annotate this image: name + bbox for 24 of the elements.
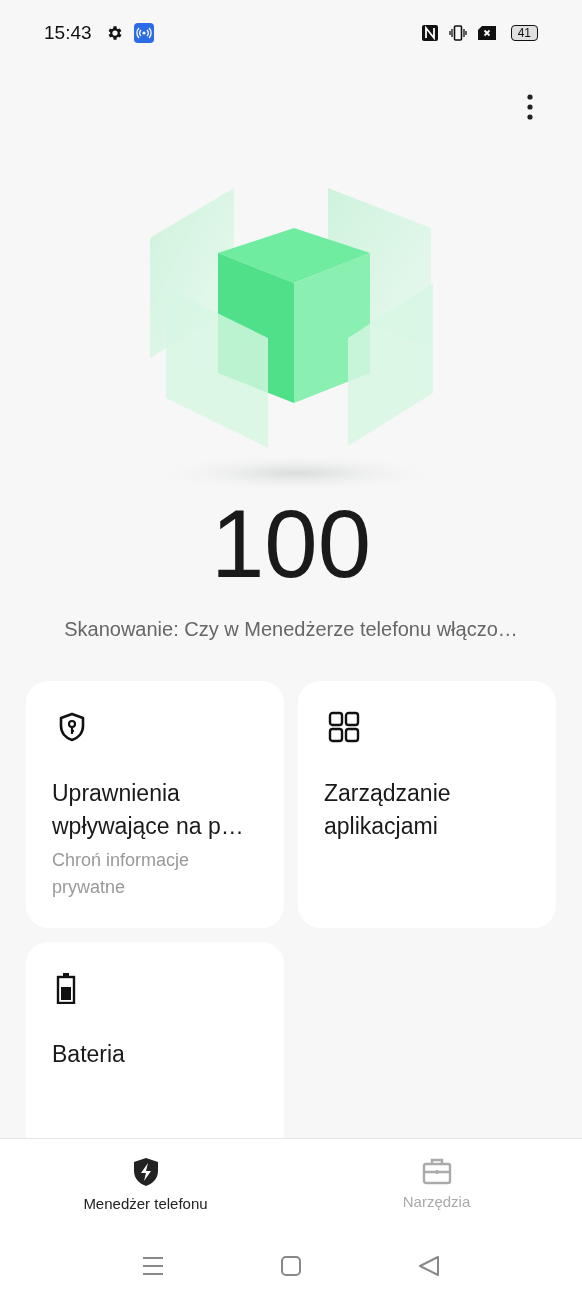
shield-bolt-icon bbox=[131, 1157, 160, 1187]
scan-status-text: Skanowanie: Czy w Menedżerze telefonu włączo… bbox=[63, 618, 519, 641]
toolbox-icon bbox=[421, 1157, 452, 1185]
hotspot-icon bbox=[133, 23, 154, 43]
apps-grid-icon bbox=[328, 711, 360, 743]
bottom-tab[interactable]: Menedżer telefonu bbox=[0, 1139, 291, 1239]
feature-card[interactable]: Bateria bbox=[26, 942, 284, 1138]
menu-icon[interactable] bbox=[142, 1255, 164, 1276]
card-subtitle: Chroń informacje prywatne bbox=[52, 849, 191, 899]
card-title: Zarządzanie aplikacjami bbox=[324, 779, 452, 841]
score-number: 100 bbox=[209, 494, 373, 594]
vibrate-icon bbox=[448, 24, 467, 42]
nfc-icon bbox=[420, 24, 439, 42]
clock-time: 15:43 bbox=[44, 22, 92, 44]
home-icon[interactable] bbox=[280, 1254, 302, 1277]
more-options-icon[interactable] bbox=[527, 94, 533, 120]
feature-card[interactable]: Uprawnienia wpływające na p… Chroń informacje prywatne bbox=[26, 681, 284, 928]
card-title: Uprawnienia wpływające na p… bbox=[52, 779, 245, 841]
battery-indicator: 41 bbox=[510, 25, 538, 41]
card-title: Bateria bbox=[52, 1040, 125, 1069]
back-icon[interactable] bbox=[418, 1254, 440, 1277]
feature-card[interactable]: Zarządzanie aplikacjami bbox=[298, 681, 556, 928]
battery-icon bbox=[56, 972, 76, 1004]
no-signal-icon bbox=[476, 25, 497, 41]
